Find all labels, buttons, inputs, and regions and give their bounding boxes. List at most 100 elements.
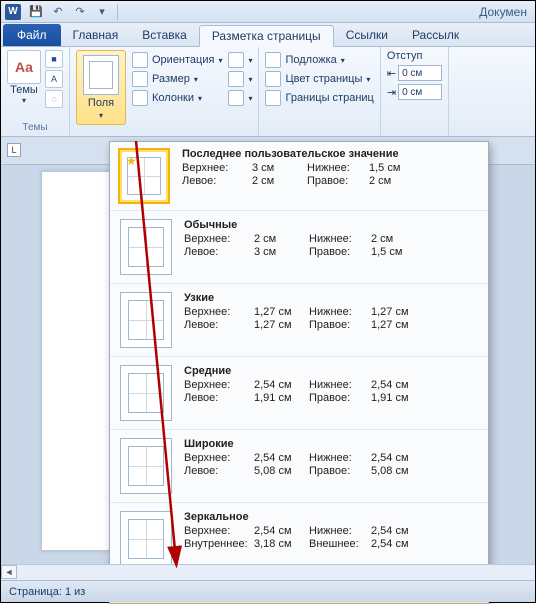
chevron-down-icon: ▾ <box>248 56 252 65</box>
app-icon: W <box>5 4 21 20</box>
theme-fonts-button[interactable]: A <box>45 70 63 88</box>
ribbon: Aa Темы ▾ ■ A ◌ Темы Поля ▾ Ориентация▾ … <box>1 47 535 137</box>
page-color-icon <box>265 71 281 87</box>
tab-selector[interactable]: L <box>7 143 21 157</box>
group-label: Темы <box>7 120 63 133</box>
margin-preset-icon <box>120 292 172 348</box>
chevron-down-icon: ▾ <box>198 94 202 103</box>
tab-home[interactable]: Главная <box>61 24 131 46</box>
tab-page-layout[interactable]: Разметка страницы <box>199 25 334 47</box>
chevron-down-icon: ▾ <box>248 75 252 84</box>
themes-label: Темы <box>10 84 38 96</box>
page-borders-button[interactable]: Границы страниц <box>265 90 373 106</box>
margin-preset-body: Широкие Верхнее:2,54 смНижнее:2,54 смЛево… <box>184 438 478 494</box>
margins-icon <box>83 55 119 95</box>
indent-right-icon: ⇥ <box>387 86 396 99</box>
breaks-icon <box>228 52 244 68</box>
size-icon <box>132 71 148 87</box>
qat-customize-button[interactable]: ▾ <box>92 3 112 21</box>
watermark-label: Подложка <box>285 54 336 66</box>
columns-label: Колонки <box>152 92 194 104</box>
margin-preset-values: Верхнее:2 смНижнее:2 смЛевое:3 смПравое:… <box>184 233 478 258</box>
margin-preset-item[interactable]: ★ Последнее пользовательское значение Верх… <box>110 142 488 211</box>
chevron-down-icon: ▾ <box>194 75 198 84</box>
margin-preset-title: Обычные <box>184 219 478 231</box>
chevron-down-icon: ▾ <box>218 56 222 65</box>
size-label: Размер <box>152 73 190 85</box>
margin-preset-values: Верхнее:2,54 смНижнее:2,54 смВнутреннее:… <box>184 525 478 550</box>
group-paragraph: Отступ ⇤ 0 см ⇥ 0 см <box>381 47 449 136</box>
columns-button[interactable]: Колонки ▾ <box>132 90 222 106</box>
chevron-down-icon: ▾ <box>341 56 345 65</box>
orientation-button[interactable]: Ориентация ▾ <box>132 52 222 68</box>
margin-preset-item[interactable]: Обычные Верхнее:2 смНижнее:2 смЛевое:3 см… <box>110 211 488 284</box>
tab-insert[interactable]: Вставка <box>130 24 199 46</box>
page-color-button[interactable]: Цвет страницы▾ <box>265 71 373 87</box>
margin-preset-title: Зеркальное <box>184 511 478 523</box>
separator <box>117 4 118 20</box>
ribbon-tabs: Файл Главная Вставка Разметка страницы С… <box>1 23 535 47</box>
orientation-label: Ориентация <box>152 54 214 66</box>
document-title: Докумен <box>479 5 531 19</box>
indent-left-stepper[interactable]: ⇤ 0 см <box>387 65 442 81</box>
columns-icon <box>132 90 148 106</box>
margin-preset-values: Верхнее:2,54 смНижнее:2,54 смЛевое:5,08 … <box>184 452 478 477</box>
margins-button[interactable]: Поля ▾ <box>76 50 126 125</box>
indent-right-value[interactable]: 0 см <box>398 84 442 100</box>
margin-preset-title: Широкие <box>184 438 478 450</box>
tab-references[interactable]: Ссылки <box>334 24 400 46</box>
indent-left-value[interactable]: 0 см <box>398 65 442 81</box>
margin-preset-title: Последнее пользовательское значение <box>182 148 480 160</box>
tab-mailings[interactable]: Рассылк <box>400 24 471 46</box>
tab-file[interactable]: Файл <box>3 24 61 46</box>
margin-preset-body: Средние Верхнее:2,54 смНижнее:2,54 смЛево… <box>184 365 478 421</box>
line-numbers-button[interactable]: ▾ <box>228 71 252 87</box>
group-page-setup: Поля ▾ Ориентация▾ Размер▾ Колонки▾ ▾ ▾ … <box>70 47 259 136</box>
indent-right-stepper[interactable]: ⇥ 0 см <box>387 84 442 100</box>
status-bar: Страница: 1 из <box>1 580 535 602</box>
chevron-down-icon: ▾ <box>22 96 26 105</box>
page-borders-label: Границы страниц <box>285 92 373 104</box>
page-borders-icon <box>265 90 281 106</box>
watermark-button[interactable]: Подложка ▾ <box>265 52 373 68</box>
themes-button[interactable]: Aa Темы ▾ <box>7 50 41 108</box>
theme-colors-button[interactable]: ■ <box>45 50 63 68</box>
qat-save-button[interactable]: 💾 <box>26 3 46 21</box>
theme-effects-button[interactable]: ◌ <box>45 90 63 108</box>
margin-preset-icon <box>120 511 172 567</box>
hyphenation-button[interactable]: ▾ <box>228 90 252 106</box>
margin-preset-body: Зеркальное Верхнее:2,54 смНижнее:2,54 смВ… <box>184 511 478 567</box>
star-icon: ★ <box>126 154 137 168</box>
margin-preset-body: Узкие Верхнее:1,27 смНижнее:1,27 смЛевое:… <box>184 292 478 348</box>
margin-preset-item[interactable]: Средние Верхнее:2,54 смНижнее:2,54 смЛево… <box>110 357 488 430</box>
margin-preset-values: Верхнее:3 смНижнее:1,5 смЛевое:2 смПраво… <box>182 162 480 187</box>
group-page-background: Подложка ▾ Цвет страницы▾ Границы страниц <box>259 47 380 136</box>
margin-preset-title: Средние <box>184 365 478 377</box>
horizontal-scrollbar[interactable]: ◄ <box>1 564 535 580</box>
margin-preset-body: Обычные Верхнее:2 смНижнее:2 смЛевое:3 см… <box>184 219 478 275</box>
line-numbers-icon <box>228 71 244 87</box>
margins-label: Поля <box>88 97 114 109</box>
margins-dropdown: ★ Последнее пользовательское значение Верх… <box>109 141 489 604</box>
breaks-button[interactable]: ▾ <box>228 52 252 68</box>
orientation-icon <box>132 52 148 68</box>
indent-left-icon: ⇤ <box>387 67 396 80</box>
margin-preset-item[interactable]: Широкие Верхнее:2,54 смНижнее:2,54 смЛево… <box>110 430 488 503</box>
margin-preset-values: Верхнее:2,54 смНижнее:2,54 смЛевое:1,91 … <box>184 379 478 404</box>
margin-preset-title: Узкие <box>184 292 478 304</box>
hyphenation-icon <box>228 90 244 106</box>
chevron-down-icon: ▾ <box>248 94 252 103</box>
margin-preset-values: Верхнее:1,27 смНижнее:1,27 смЛевое:1,27 … <box>184 306 478 331</box>
watermark-icon <box>265 52 281 68</box>
margin-preset-body: Последнее пользовательское значение Верхн… <box>182 148 480 204</box>
chevron-down-icon: ▾ <box>366 75 370 84</box>
margin-preset-item[interactable]: Узкие Верхнее:1,27 смНижнее:1,27 смЛевое:… <box>110 284 488 357</box>
qat-redo-button[interactable]: ↷ <box>70 3 90 21</box>
qat-undo-button[interactable]: ↶ <box>48 3 68 21</box>
size-button[interactable]: Размер ▾ <box>132 71 222 87</box>
scroll-left-button[interactable]: ◄ <box>1 565 17 579</box>
chevron-down-icon: ▾ <box>99 111 103 120</box>
title-bar: W 💾 ↶ ↷ ▾ Докумен <box>1 1 535 23</box>
indent-label: Отступ <box>387 50 442 62</box>
margin-preset-icon <box>120 438 172 494</box>
